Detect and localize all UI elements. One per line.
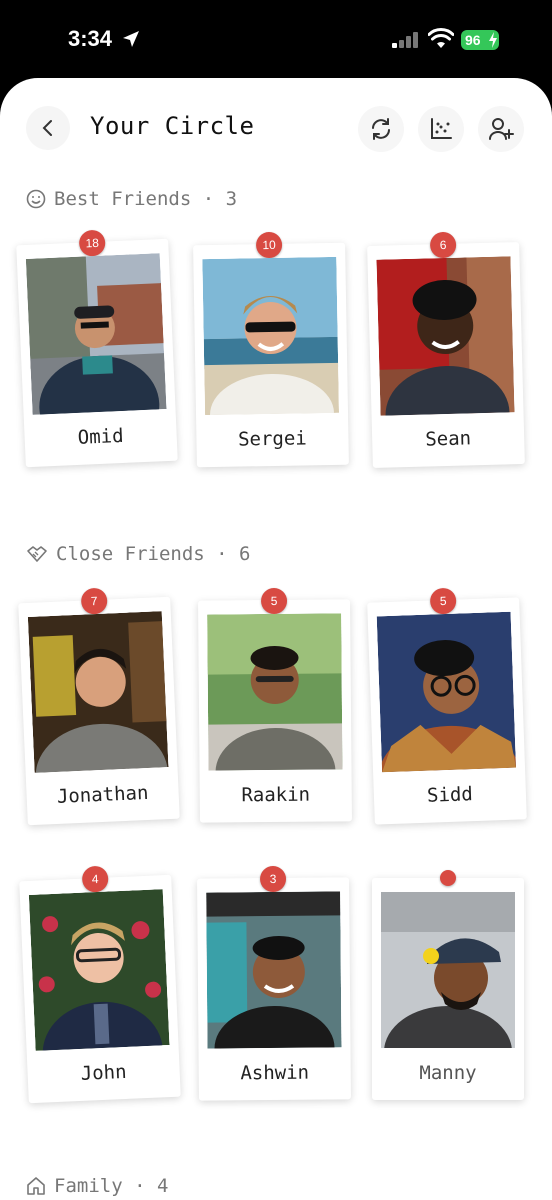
- friend-card-ashwin[interactable]: 3 Ashwin: [197, 865, 351, 1101]
- chevron-left-icon: [42, 120, 52, 136]
- friend-card-sidd[interactable]: 5 Sidd: [367, 587, 527, 825]
- friend-card-sergei[interactable]: 10 Sergei: [193, 231, 349, 468]
- friend-photo: [376, 611, 517, 773]
- add-user-icon: [489, 118, 514, 140]
- friend-card-jonathan[interactable]: 7 Jonathan: [18, 587, 180, 826]
- friend-name: Manny: [419, 1062, 477, 1084]
- location-arrow-icon: [123, 31, 139, 47]
- friend-photo: [25, 253, 167, 415]
- count-badge: 6: [429, 231, 457, 259]
- page-title: Your Circle: [90, 112, 255, 140]
- smiley-icon: [26, 189, 46, 209]
- friend-card-omid[interactable]: 18 Omid: [16, 229, 178, 468]
- friend-name: Sergei: [237, 427, 307, 451]
- circle-sheet: Your Circle Best Friends · 3 18 Omid 10 …: [0, 78, 552, 1200]
- back-button[interactable]: [26, 106, 70, 150]
- refresh-icon: [372, 118, 390, 140]
- charging-bolt-icon: [489, 32, 497, 48]
- section-label: Best Friends · 3: [54, 188, 238, 210]
- status-time: 3:34: [68, 26, 113, 51]
- section-best-friends: Best Friends · 3: [26, 188, 237, 210]
- friend-name: Ashwin: [240, 1061, 310, 1085]
- friend-name: Omid: [77, 424, 124, 449]
- status-bar: 3:34 96: [0, 0, 552, 80]
- count-badge: 10: [255, 231, 283, 259]
- section-label: Family · 4: [54, 1175, 169, 1197]
- friend-name: Raakin: [241, 783, 311, 807]
- notification-dot: [440, 870, 456, 886]
- friend-photo: [206, 891, 342, 1049]
- refresh-button[interactable]: [358, 106, 404, 152]
- battery-indicator: 96: [461, 30, 499, 50]
- section-label: Close Friends · 6: [56, 543, 251, 565]
- friend-name: Sean: [425, 427, 472, 451]
- friend-name: Jonathan: [56, 781, 149, 808]
- battery-level: 96: [465, 32, 481, 48]
- home-icon: [27, 1177, 45, 1195]
- friend-photo: [207, 613, 343, 771]
- header: Your Circle: [0, 78, 552, 178]
- friend-card-manny[interactable]: Manny: [372, 870, 524, 1100]
- count-badge: 3: [259, 865, 287, 893]
- count-badge: 7: [80, 587, 108, 615]
- friend-card-sean[interactable]: 6 Sean: [367, 231, 525, 468]
- friend-photo: [376, 256, 515, 416]
- count-badge: 5: [260, 587, 288, 615]
- add-friend-button[interactable]: [478, 106, 524, 152]
- count-badge: 5: [429, 587, 457, 615]
- handshake-icon: [27, 546, 47, 562]
- wifi-icon: [428, 28, 454, 48]
- count-badge: 4: [81, 865, 109, 893]
- friend-card-john[interactable]: 4 John: [19, 865, 181, 1104]
- section-close-friends: Close Friends · 6: [26, 543, 250, 565]
- cellular-signal-icon: [392, 32, 418, 48]
- friend-card-raakin[interactable]: 5 Raakin: [198, 587, 352, 823]
- section-family: Family · 4: [26, 1175, 168, 1197]
- friend-photo: [28, 889, 170, 1051]
- friend-name: John: [80, 1060, 127, 1085]
- friend-photo: [27, 611, 169, 773]
- friend-name: Sidd: [426, 783, 474, 807]
- scatter-chart-icon: [431, 118, 452, 139]
- count-badge: 18: [78, 229, 106, 257]
- scatter-chart-button[interactable]: [418, 106, 464, 152]
- friend-photo: [202, 256, 340, 416]
- friend-photo: [381, 892, 515, 1048]
